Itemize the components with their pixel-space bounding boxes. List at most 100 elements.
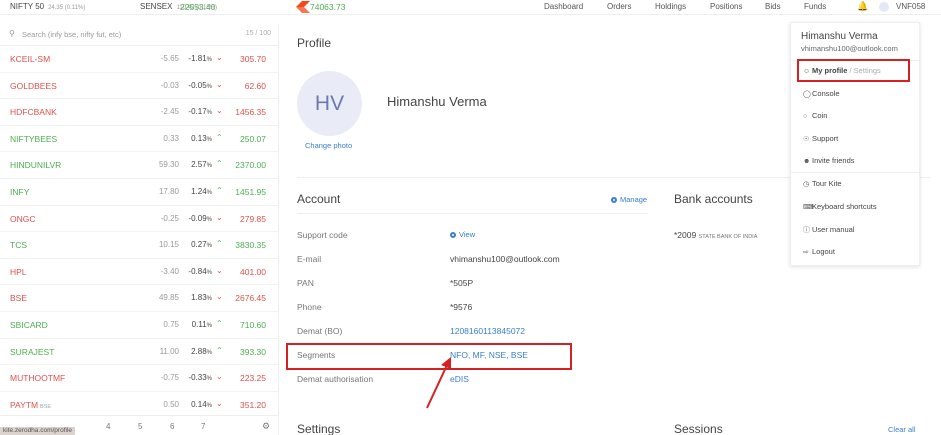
watchlist-row[interactable]: ONGC -0.25 -0.09% ⌄ 279.85 — [0, 206, 278, 233]
watchlist-row[interactable]: BSE 49.85 1.83% ⌄ 2676.45 — [0, 285, 278, 312]
watchlist-symbol: INFY — [10, 187, 29, 197]
symbol-text: MUTHOOTMF — [10, 373, 66, 384]
watchlist-percent: -0.17% — [188, 107, 212, 116]
watchlist-row[interactable]: KCEIL-SM -5.65 -1.81% ⌄ 305.70 — [0, 46, 278, 73]
percent-value: 1.24 — [191, 187, 207, 196]
menu-item-invite-friends[interactable]: ☻ Invite friends — [803, 156, 855, 165]
page-tab[interactable]: 7 — [201, 422, 205, 431]
watchlist-row[interactable]: SBICARD 0.75 0.11% ⌃ 710.60 — [0, 312, 278, 339]
watchlist-percent: -0.09% — [188, 214, 212, 223]
menu-item-user-manual[interactable]: ⓘ User manual — [803, 225, 855, 235]
chevron-down-icon: ⌄ — [216, 212, 223, 222]
bank-account-number: *2009 — [674, 230, 697, 240]
watchlist-search[interactable]: ⚲ Search (infy bse, nifty fut, etc) 15 /… — [0, 24, 278, 46]
divider — [297, 213, 648, 214]
watchlist-price: 401.00 — [240, 266, 266, 277]
watchlist-change: 59.30 — [158, 160, 179, 170]
nav-dashboard[interactable]: Dashboard — [544, 2, 583, 11]
profile-avatar[interactable]: HV — [297, 71, 362, 136]
manual-icon: ⓘ — [803, 227, 810, 234]
kite-logo-icon[interactable] — [296, 1, 310, 13]
my-profile-highlight-box — [797, 59, 910, 82]
view-label: View — [459, 230, 476, 239]
percent-value: -0.33 — [188, 373, 207, 383]
watchlist-change: 11.00 — [159, 346, 179, 356]
watchlist-row[interactable]: HPL -3.40 -0.84% ⌄ 401.00 — [0, 259, 278, 286]
support-icon: ☉ — [803, 136, 810, 143]
percent-sign: % — [206, 163, 212, 170]
watchlist-symbol: KCEIL-SM — [10, 54, 50, 64]
bell-icon[interactable]: 🔔 — [857, 1, 868, 12]
nifty-index[interactable]: NIFTY 50 22553.40 24.35 (0.11%) — [10, 2, 215, 12]
page-tab[interactable]: 6 — [170, 422, 174, 431]
menu-item-keyboard-shortcuts[interactable]: ⌨Keyboard shortcuts — [803, 202, 877, 211]
watchlist-change: 10.15 — [158, 240, 179, 250]
watchlist-change: -5.65 — [160, 54, 179, 63]
bank-account: *2009 STATE BANK OF INDIA — [674, 230, 757, 240]
dropdown-user-email: vhimanshu100@outlook.com — [801, 44, 898, 53]
sensex-index[interactable]: SENSEX 74063.73 110.42 (0.15%) — [140, 2, 345, 12]
coin-icon: ○ — [803, 113, 808, 120]
watchlist-change: -2.45 — [160, 107, 179, 117]
nav-orders[interactable]: Orders — [607, 2, 631, 11]
chevron-down-icon: ⌄ — [216, 398, 223, 408]
manage-link[interactable]: Manage — [611, 195, 647, 204]
view-icon — [450, 232, 456, 238]
user-id[interactable]: VNF058 — [896, 2, 925, 11]
watchlist-price: 3830.35 — [235, 240, 266, 251]
menu-item-label: Invite friends — [812, 156, 855, 165]
watchlist-row[interactable]: INFY 17.80 1.24% ⌃ 1451.95 — [0, 179, 278, 206]
watchlist-row[interactable]: SURAJEST 11.00 2.88% ⌃ 393.30 — [0, 339, 278, 366]
percent-value: -0.84 — [188, 266, 207, 276]
symbol-text: HPL — [10, 266, 27, 277]
watchlist-row[interactable]: MUTHOOTMF -0.75 -0.33% ⌄ 223.25 — [0, 365, 278, 392]
bank-name: STATE BANK OF INDIA — [698, 234, 758, 240]
watchlist-percent: 0.11% — [192, 320, 212, 329]
demat-value[interactable]: 1208160113845072 — [450, 326, 525, 336]
view-support-code-link[interactable]: View — [450, 230, 475, 239]
menu-item-logout[interactable]: ⇨ Logout — [803, 247, 835, 256]
index-name: SENSEX — [140, 2, 173, 11]
watchlist-row[interactable]: NIFTYBEES 0.33 0.13% ⌃ 250.07 — [0, 126, 278, 153]
watchlist-price: 305.70 — [240, 54, 266, 64]
exchange-badge: BSE — [40, 403, 52, 410]
menu-item-support[interactable]: ☉ Support — [803, 134, 838, 143]
watchlist-symbol: HINDUNILVR — [10, 160, 61, 170]
watchlist-row[interactable]: GOLDBEES -0.03 -0.05% ⌄ 62.60 — [0, 73, 278, 100]
menu-item-coin[interactable]: ○ Coin — [803, 111, 827, 120]
nav-positions[interactable]: Positions — [710, 2, 742, 11]
menu-item-console[interactable]: ◯Console — [803, 89, 840, 98]
menu-item-label: User manual — [812, 225, 855, 234]
nav-holdings[interactable]: Holdings — [655, 2, 686, 11]
watchlist-row[interactable]: HINDUNILVR 59.30 2.57% ⌃ 2370.00 — [0, 152, 278, 179]
nav-bids[interactable]: Bids — [765, 2, 781, 11]
watchlist-change: -0.25 — [160, 213, 179, 223]
search-input[interactable]: Search (infy bse, nifty fut, etc) — [22, 30, 121, 39]
percent-sign: % — [206, 323, 212, 329]
chevron-down-icon: ⌄ — [216, 106, 223, 116]
watchlist-row[interactable]: HDFCBANK -2.45 -0.17% ⌄ 1456.35 — [0, 99, 278, 126]
chevron-down-icon: ⌄ — [216, 292, 223, 302]
settings-title: Settings — [297, 422, 341, 435]
page-tab[interactable]: 4 — [106, 422, 110, 431]
percent-value: -0.09 — [188, 213, 207, 223]
avatar[interactable] — [879, 2, 889, 12]
chevron-down-icon: ⌄ — [216, 265, 223, 275]
menu-item-label: Support — [812, 134, 839, 143]
watchlist-change: 49.85 — [158, 293, 179, 303]
chevron-up-icon: ⌃ — [216, 345, 223, 355]
watchlist-percent: 1.24% — [191, 187, 212, 196]
nav-funds[interactable]: Funds — [804, 2, 826, 11]
symbol-text: GOLDBEES — [10, 80, 57, 91]
clear-all-link[interactable]: Clear all — [888, 425, 916, 434]
change-photo-link[interactable]: Change photo — [305, 141, 352, 150]
symbol-text: NIFTYBEES — [10, 133, 58, 144]
demat-auth-label: Demat authorisation — [297, 374, 374, 384]
watchlist-change: -3.40 — [160, 266, 179, 276]
watchlist-row[interactable]: TCS 10.15 0.27% ⌃ 3830.35 — [0, 232, 278, 259]
menu-item-tour-kite[interactable]: ◷ Tour Kite — [803, 179, 842, 188]
page-tab[interactable]: 5 — [138, 422, 142, 431]
symbol-text: INFY — [10, 187, 30, 197]
symbol-text: BSE — [10, 293, 28, 304]
gear-icon[interactable]: ⚙ — [262, 421, 270, 432]
